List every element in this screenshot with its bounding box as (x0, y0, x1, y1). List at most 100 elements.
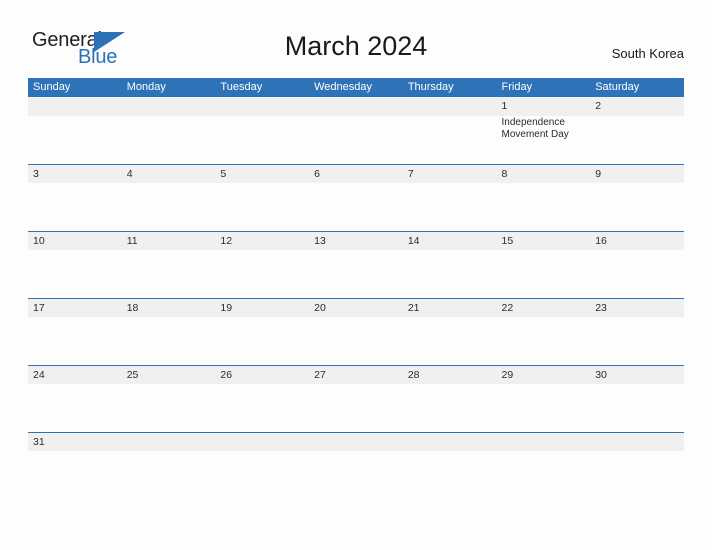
calendar-week-row: 3456789 (28, 164, 684, 231)
day-cell-empty (215, 433, 309, 451)
holiday-event: Independence Movement Day (501, 117, 569, 140)
day-number[interactable]: 25 (122, 366, 216, 384)
day-number[interactable]: 6 (309, 165, 403, 183)
day-events-cell (122, 384, 216, 432)
week-daynumber-band: 12 (28, 97, 684, 116)
day-number[interactable]: 10 (28, 232, 122, 250)
day-number[interactable]: 13 (309, 232, 403, 250)
day-number[interactable]: 12 (215, 232, 309, 250)
day-events-cell (215, 116, 309, 164)
day-events-cell (28, 250, 122, 298)
day-cell-empty (309, 433, 403, 451)
weekday-header-sunday: Sunday (33, 81, 71, 93)
day-number[interactable]: 24 (28, 366, 122, 384)
day-events-cell (497, 183, 591, 231)
day-events-cell (403, 317, 497, 365)
region-label: South Korea (611, 46, 684, 61)
week-daynumber-band: 24 25 26 27 28 29 30 (28, 365, 684, 384)
day-number[interactable]: 8 (497, 165, 591, 183)
calendar-week-row: 1 2 Independence Movement Day (28, 97, 684, 164)
day-events-cell (215, 183, 309, 231)
calendar-weeks: 1 2 Independence Movement Day 3 4 5 6 7 8 9 10 11 12… (28, 97, 684, 451)
day-number[interactable]: 27 (309, 366, 403, 384)
page-title: March 2024 (284, 31, 428, 61)
page-header: General Blue March 2024 South Korea (0, 0, 712, 78)
day-number[interactable]: 23 (590, 299, 684, 317)
day-events-cell (309, 183, 403, 231)
day-events-cell (215, 250, 309, 298)
week-events-band (28, 384, 684, 432)
day-number[interactable]: 31 (28, 433, 122, 451)
day-cell-empty (309, 97, 403, 115)
day-number[interactable]: 14 (403, 232, 497, 250)
day-cell-empty (497, 433, 591, 451)
day-number[interactable]: 16 (590, 232, 684, 250)
day-cell-empty (122, 97, 216, 115)
day-number[interactable]: 3 (28, 165, 122, 183)
day-events-cell (403, 250, 497, 298)
week-daynumber-band: 17 18 19 20 21 22 23 (28, 298, 684, 317)
day-number[interactable]: 22 (497, 299, 591, 317)
day-number[interactable]: 7 (403, 165, 497, 183)
weekday-header-friday: Friday (501, 81, 533, 93)
day-events-cell (590, 250, 684, 298)
week-daynumber-band: 10 11 12 13 14 15 16 (28, 231, 684, 250)
day-events-cell (403, 116, 497, 164)
weekday-header-thursday: Thursday (407, 81, 454, 93)
day-events-cell (122, 183, 216, 231)
day-events-cell (215, 317, 309, 365)
day-events-cell (309, 116, 403, 164)
day-events-cell (309, 250, 403, 298)
day-events-cell (122, 250, 216, 298)
day-cell-empty (590, 433, 684, 451)
day-events-cell (309, 384, 403, 432)
day-number[interactable]: 1 (497, 97, 591, 115)
week-daynumber-band: 3456789 (28, 164, 684, 183)
day-events-cell (590, 183, 684, 231)
day-events-cell (497, 250, 591, 298)
day-number[interactable]: 4 (122, 165, 216, 183)
calendar-week-row: 24 25 26 27 28 29 30 (28, 365, 684, 432)
day-number[interactable]: 21 (403, 299, 497, 317)
day-events-cell (497, 384, 591, 432)
day-number[interactable]: 5 (215, 165, 309, 183)
day-events-cell (122, 317, 216, 365)
day-number[interactable]: 26 (215, 366, 309, 384)
day-number[interactable]: 15 (497, 232, 591, 250)
weekday-header-row: Sunday Monday Tuesday Wednesday Thursday Frid… (28, 78, 684, 97)
day-number[interactable]: 11 (122, 232, 216, 250)
calendar-week-row: 31 (28, 432, 684, 451)
calendar-table: Sunday Monday Tuesday Wednesday Thursday Frid… (28, 78, 684, 451)
day-events-cell (28, 317, 122, 365)
calendar-page: General Blue March 2024 South Korea Sund… (0, 0, 712, 550)
day-number[interactable]: 9 (590, 165, 684, 183)
weekday-header-wednesday: Wednesday (314, 81, 372, 93)
day-events-cell (497, 317, 591, 365)
day-events-cell (590, 384, 684, 432)
day-events-cell (122, 116, 216, 164)
day-events-cell (403, 183, 497, 231)
calendar-week-row: 17 18 19 20 21 22 23 (28, 298, 684, 365)
day-number[interactable]: 2 (590, 97, 684, 115)
day-number[interactable]: 29 (497, 366, 591, 384)
day-events-cell (590, 317, 684, 365)
day-events-cell (215, 384, 309, 432)
day-number[interactable]: 17 (28, 299, 122, 317)
weekday-header-monday: Monday (126, 81, 166, 93)
week-events-band (28, 250, 684, 298)
day-events-cell: Independence Movement Day (497, 116, 591, 164)
day-number[interactable]: 18 (122, 299, 216, 317)
day-number[interactable]: 20 (309, 299, 403, 317)
day-number[interactable]: 30 (590, 366, 684, 384)
weekday-header-tuesday: Tuesday (220, 81, 263, 93)
day-events-cell (28, 183, 122, 231)
calendar-week-row: 10 11 12 13 14 15 16 (28, 231, 684, 298)
day-cell-empty (28, 97, 122, 115)
week-events-band (28, 183, 684, 231)
week-events-band (28, 317, 684, 365)
day-number[interactable]: 19 (215, 299, 309, 317)
day-number[interactable]: 28 (403, 366, 497, 384)
week-events-band: Independence Movement Day (28, 116, 684, 164)
day-cell-empty (403, 97, 497, 115)
day-cell-empty (122, 433, 216, 451)
